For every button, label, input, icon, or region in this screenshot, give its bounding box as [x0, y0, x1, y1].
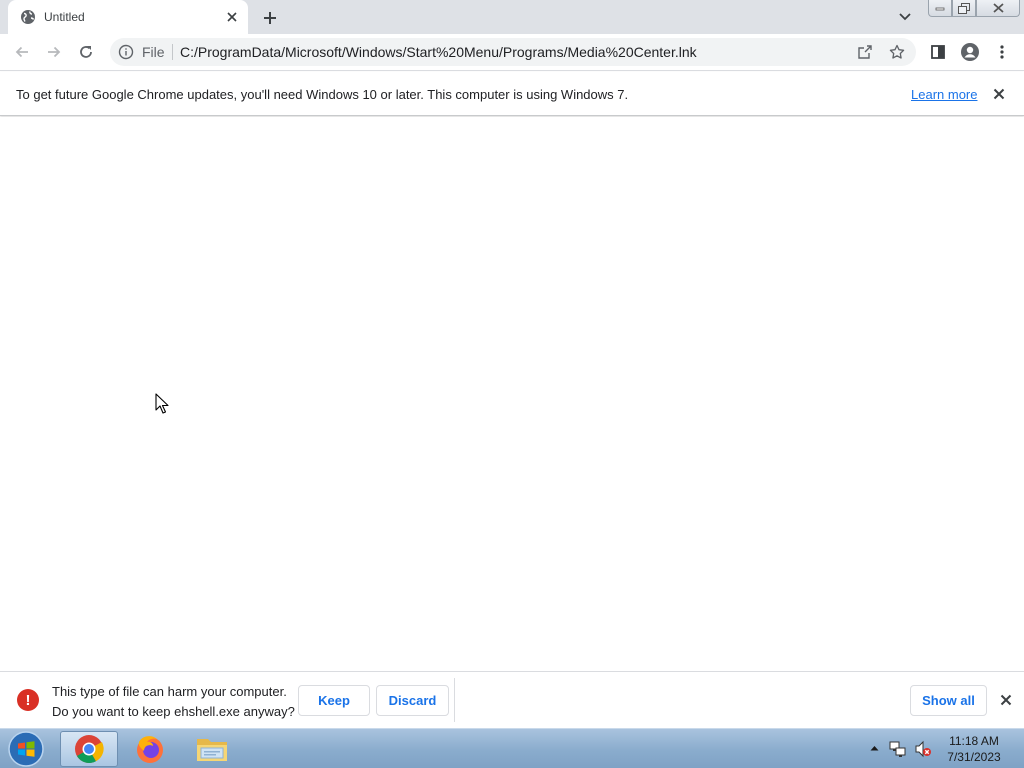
volume-tray-button[interactable] [913, 739, 933, 759]
explorer-icon [197, 739, 227, 761]
shelf-divider [454, 678, 455, 722]
show-hidden-icons-button[interactable] [868, 741, 880, 755]
close-icon[interactable] [997, 691, 1015, 709]
discard-button[interactable]: Discard [376, 685, 449, 716]
toolbar: File C:/ProgramData/Microsoft/Windows/St… [0, 34, 1024, 71]
arrow-left-icon [15, 46, 28, 58]
reload-icon [80, 46, 92, 58]
start-button[interactable] [6, 730, 46, 768]
page-content[interactable] [0, 117, 1024, 671]
restore-button[interactable] [952, 0, 976, 17]
globe-icon [20, 9, 36, 25]
forward-button[interactable] [40, 38, 68, 66]
close-icon[interactable] [990, 85, 1008, 103]
chevron-up-icon [870, 746, 878, 751]
share-icon[interactable] [854, 42, 876, 62]
tab-strip: Untitled [0, 0, 1024, 34]
minimize-button[interactable] [928, 0, 952, 17]
taskbar-clock[interactable]: 11:18 AM 7/31/2023 [940, 733, 1008, 765]
taskbar-explorer[interactable] [183, 731, 241, 767]
reload-button[interactable] [72, 38, 100, 66]
profile-button[interactable] [956, 38, 984, 66]
menu-button[interactable] [988, 38, 1016, 66]
update-infobar: To get future Google Chrome updates, you… [0, 72, 1024, 116]
download-warning-line2: Do you want to keep ehshell.exe anyway? [52, 704, 295, 719]
show-all-button[interactable]: Show all [910, 685, 987, 716]
download-warning-line1: This type of file can harm your computer… [52, 684, 287, 699]
mouse-pointer-icon [155, 393, 169, 414]
arrow-right-icon [48, 46, 61, 58]
plus-icon [264, 12, 276, 24]
minimize-icon [935, 7, 945, 11]
tab-search-button[interactable] [894, 7, 916, 27]
chevron-down-icon [899, 13, 911, 21]
bookmark-star-icon[interactable] [886, 42, 908, 62]
avatar-icon [961, 43, 979, 61]
taskbar: 11:18 AM 7/31/2023 [0, 728, 1024, 768]
learn-more-link[interactable]: Learn more [911, 87, 977, 102]
windows-start-icon [8, 731, 44, 767]
chip-divider [172, 44, 173, 60]
keep-button[interactable]: Keep [298, 685, 370, 716]
side-panel-button[interactable] [924, 38, 952, 66]
download-shelf: ! This type of file can harm your comput… [0, 671, 1024, 728]
new-tab-button[interactable] [258, 6, 282, 30]
clock-time: 11:18 AM [949, 734, 999, 748]
firefox-icon [137, 736, 163, 763]
tab-title: Untitled [44, 10, 85, 24]
back-button[interactable] [8, 38, 36, 66]
close-window-button[interactable] [976, 0, 1020, 17]
chrome-icon [75, 735, 104, 764]
network-tray-button[interactable] [888, 739, 908, 759]
taskbar-firefox[interactable] [121, 731, 179, 767]
close-icon [992, 3, 1004, 13]
volume-muted-icon [915, 740, 931, 758]
tab-untitled[interactable]: Untitled [8, 0, 248, 34]
url-text[interactable]: C:/ProgramData/Microsoft/Windows/Start%2… [180, 44, 697, 60]
clock-date: 7/31/2023 [947, 750, 1001, 764]
close-tab-icon[interactable] [222, 7, 242, 27]
warning-icon: ! [17, 689, 39, 711]
restore-icon [958, 2, 970, 14]
scheme-label: File [142, 44, 165, 60]
address-bar[interactable]: File C:/ProgramData/Microsoft/Windows/St… [110, 38, 916, 66]
side-panel-icon [931, 45, 945, 59]
info-icon[interactable] [118, 44, 134, 60]
infobar-message: To get future Google Chrome updates, you… [16, 87, 629, 102]
kebab-menu-icon [1000, 45, 1004, 59]
taskbar-chrome[interactable] [60, 731, 118, 767]
network-icon [889, 741, 906, 757]
